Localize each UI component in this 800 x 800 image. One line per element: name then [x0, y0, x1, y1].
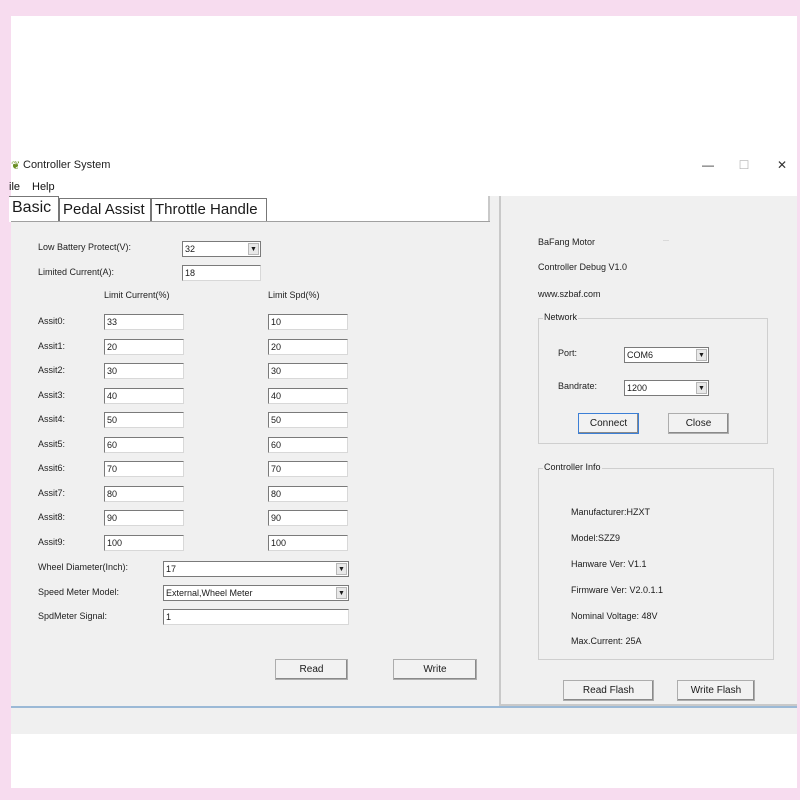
- assist-label: Assit3:: [38, 389, 66, 400]
- write-button[interactable]: Write: [393, 659, 477, 680]
- wheel-diameter-value: 17: [166, 564, 177, 574]
- assist-current-input[interactable]: 70: [104, 461, 184, 477]
- assist-label: Assit4:: [38, 414, 66, 424]
- assist-current-input[interactable]: 100: [104, 534, 184, 551]
- chevron-down-icon[interactable]: ▼: [248, 243, 259, 255]
- tab-pedal-assist[interactable]: Pedal Assist: [59, 198, 151, 222]
- assist-current-input[interactable]: 40: [104, 387, 184, 404]
- low-battery-select[interactable]: 32 ▼: [182, 241, 261, 257]
- chevron-down-icon[interactable]: ▼: [336, 563, 347, 575]
- assist-label: Assit0:: [38, 316, 66, 326]
- assist-current-input[interactable]: 33: [104, 314, 184, 330]
- assist-speed-input[interactable]: 40: [268, 387, 348, 404]
- assist-label: Assit9:: [38, 536, 66, 547]
- speed-meter-label: Speed Meter Model:: [38, 587, 120, 597]
- assist-current-input[interactable]: 30: [104, 363, 184, 379]
- controller-info-title: Controller Info: [543, 462, 602, 472]
- speed-meter-value: External,Wheel Meter: [166, 588, 253, 598]
- tab-basic[interactable]: Basic: [9, 196, 59, 222]
- menu-help[interactable]: Help: [32, 181, 55, 193]
- minimize-button[interactable]: —: [700, 158, 716, 172]
- tab-strip: Basic Pedal Assist Throttle Handle: [9, 196, 490, 222]
- app-window: ❦ Controller System — ☐ ✕ ile Help Basic…: [9, 154, 797, 734]
- debug-version-text: Controller Debug V1.0: [538, 262, 628, 272]
- port-select[interactable]: COM6 ▼: [624, 347, 709, 363]
- assist-label: Assit5:: [38, 438, 66, 449]
- menu-file[interactable]: ile: [9, 181, 20, 193]
- assist-label: Assit2:: [38, 365, 66, 375]
- close-window-button[interactable]: ✕: [774, 158, 790, 172]
- chevron-down-icon[interactable]: ▼: [696, 382, 707, 394]
- assist-speed-input[interactable]: 90: [268, 510, 348, 526]
- speed-meter-select[interactable]: External,Wheel Meter ▼: [163, 585, 349, 601]
- assist-speed-input[interactable]: 20: [268, 338, 348, 355]
- assist-speed-input[interactable]: 50: [268, 412, 348, 428]
- menu-bar: ile Help: [9, 178, 797, 196]
- settings-panel: Basic Pedal Assist Throttle Handle Low B…: [9, 196, 490, 706]
- baudrate-select[interactable]: 1200 ▼: [624, 380, 709, 396]
- network-title: Network: [543, 312, 579, 322]
- read-flash-button[interactable]: Read Flash: [563, 680, 654, 701]
- assist-label: Assit1:: [38, 340, 66, 351]
- baudrate-value: 1200: [627, 383, 648, 393]
- port-label: Port:: [558, 348, 578, 358]
- controller-info-group: Controller Info Manufacturer:HZXT Model:…: [538, 462, 774, 660]
- brand-text: BaFang Motor: [538, 237, 596, 247]
- screenshot-photo: ❦ Controller System — ☐ ✕ ile Help Basic…: [9, 16, 797, 788]
- spd-signal-input[interactable]: 1: [163, 609, 349, 625]
- close-button[interactable]: Close: [668, 413, 729, 434]
- basic-tab-content: Low Battery Protect(V): 32 ▼ Limited Cur…: [11, 221, 490, 706]
- read-button[interactable]: Read: [275, 659, 348, 680]
- limited-current-label: Limited Current(A):: [38, 267, 115, 277]
- assist-label: Assit8:: [38, 512, 66, 522]
- assist-speed-input[interactable]: 100: [268, 534, 348, 551]
- assist-speed-input[interactable]: 70: [268, 461, 348, 477]
- hardware-version-text: Hanware Ver: V1.1: [571, 559, 647, 569]
- wheel-diameter-select[interactable]: 17 ▼: [163, 561, 349, 577]
- taskbar-edge: [11, 706, 797, 708]
- assist-current-input[interactable]: 90: [104, 510, 184, 526]
- speck-mark: ···: [663, 238, 669, 244]
- maximize-button[interactable]: ☐: [736, 158, 752, 172]
- baudrate-label: Bandrate:: [558, 381, 598, 391]
- window-title: Controller System: [23, 159, 111, 171]
- tab-throttle-handle[interactable]: Throttle Handle: [151, 198, 267, 222]
- firmware-version-text: Firmware Ver: V2.0.1.1: [571, 585, 664, 595]
- assist-current-input[interactable]: 80: [104, 485, 184, 502]
- assist-current-input[interactable]: 50: [104, 412, 184, 428]
- limit-speed-header: Limit Spd(%): [268, 290, 320, 300]
- website-text: www.szbaf.com: [538, 289, 601, 299]
- app-leaf-icon: ❦: [11, 160, 21, 172]
- low-battery-label: Low Battery Protect(V):: [38, 242, 132, 252]
- assist-speed-input[interactable]: 80: [268, 485, 348, 502]
- chevron-down-icon[interactable]: ▼: [336, 587, 347, 599]
- limit-current-header: Limit Current(%): [104, 290, 170, 300]
- limited-current-input[interactable]: 18: [182, 265, 261, 281]
- assist-speed-input[interactable]: 60: [268, 436, 348, 453]
- title-bar: ❦ Controller System — ☐ ✕: [11, 154, 797, 178]
- wheel-diameter-label: Wheel Diameter(Inch):: [38, 562, 129, 572]
- model-text: Model:SZZ9: [571, 533, 621, 543]
- controller-panel: BaFang Motor Controller Debug V1.0 ··· w…: [499, 196, 797, 706]
- write-flash-button[interactable]: Write Flash: [677, 680, 755, 701]
- nominal-voltage-text: Nominal Voltage: 48V: [571, 611, 658, 621]
- assist-label: Assit7:: [38, 487, 66, 498]
- manufacturer-text: Manufacturer:HZXT: [571, 507, 651, 517]
- assist-current-input[interactable]: 60: [104, 436, 184, 453]
- max-current-text: Max.Current: 25A: [571, 636, 642, 646]
- assist-label: Assit6:: [38, 463, 66, 473]
- port-value: COM6: [627, 350, 654, 360]
- assist-current-input[interactable]: 20: [104, 338, 184, 355]
- low-battery-value: 32: [185, 244, 196, 254]
- spd-signal-label: SpdMeter Signal:: [38, 611, 108, 621]
- assist-speed-input[interactable]: 30: [268, 363, 348, 379]
- connect-button[interactable]: Connect: [578, 413, 639, 434]
- network-group: Network Port: COM6 ▼ Bandrate: 1200 ▼ Co…: [538, 312, 768, 444]
- chevron-down-icon[interactable]: ▼: [696, 349, 707, 361]
- assist-speed-input[interactable]: 10: [268, 314, 348, 330]
